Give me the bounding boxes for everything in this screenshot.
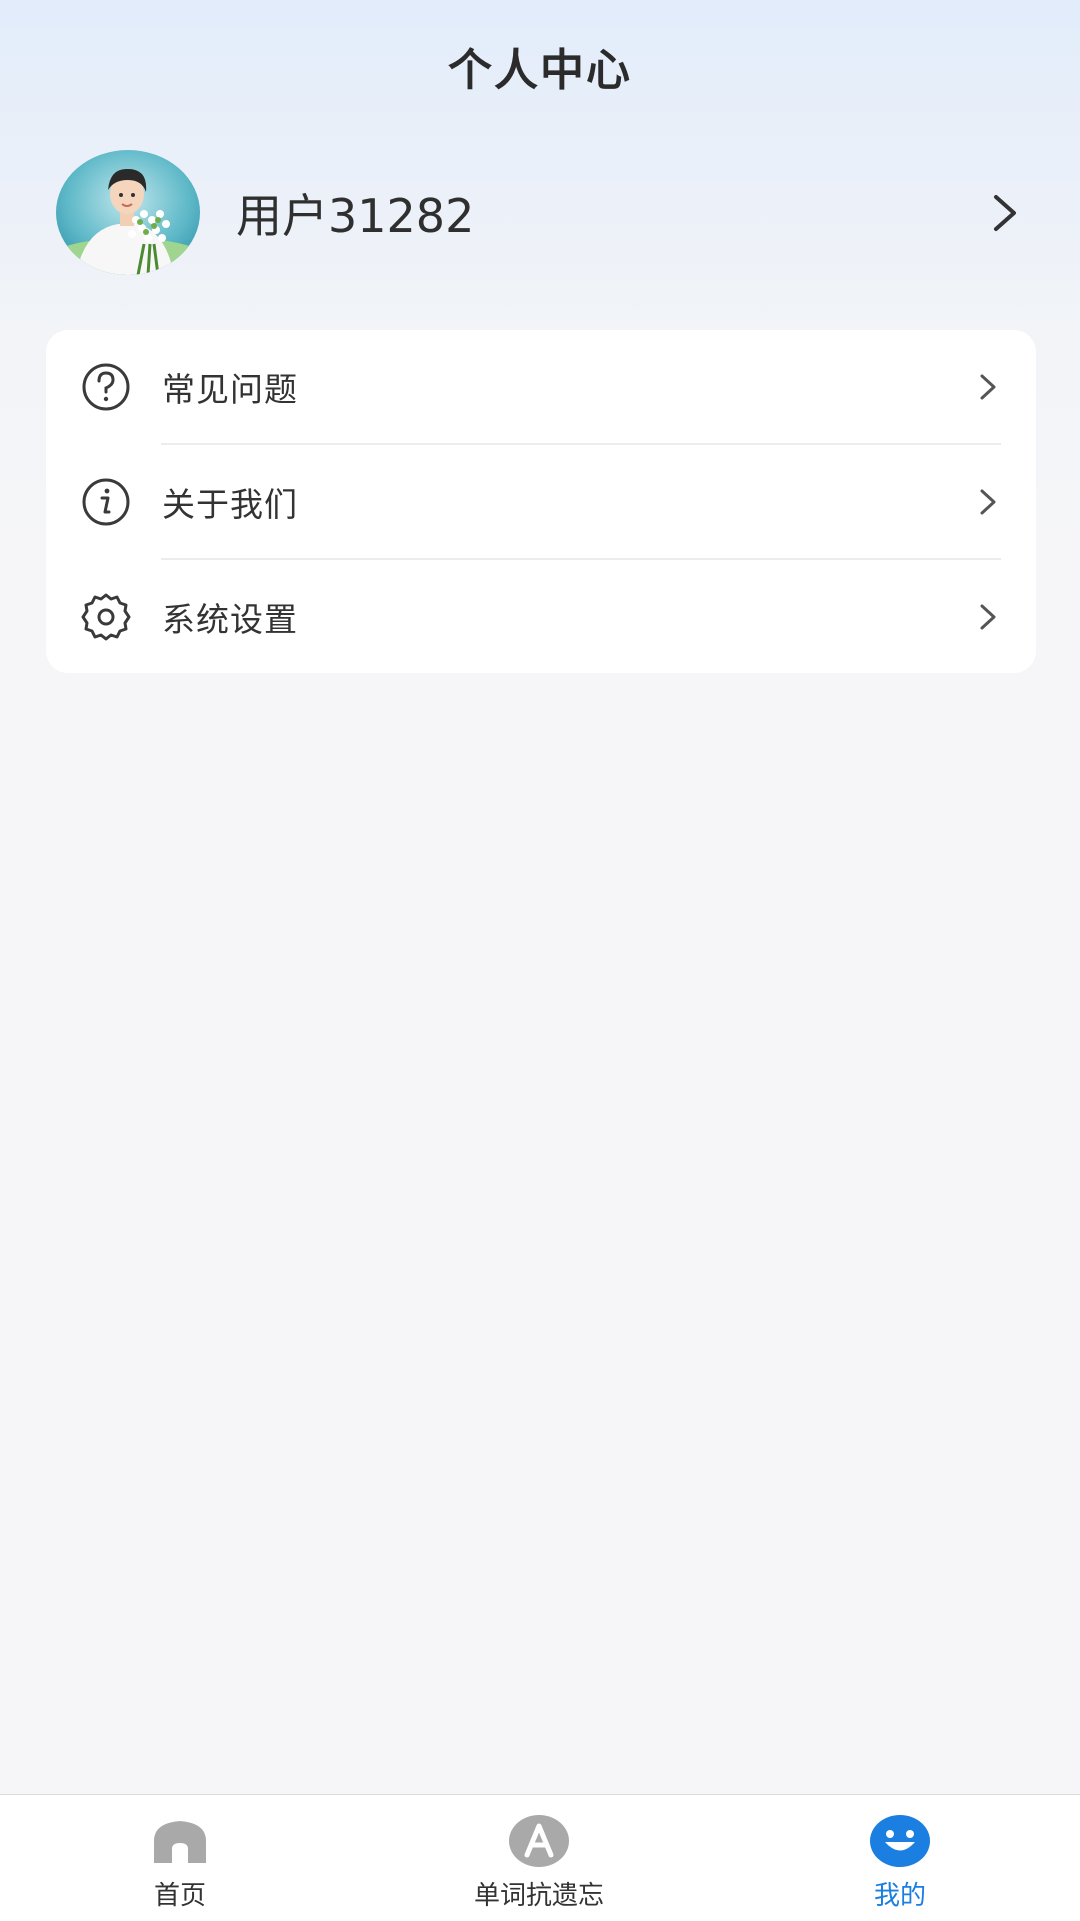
tab-label: 我的 xyxy=(873,1881,926,1911)
menu-label: 关于我们 xyxy=(162,485,298,524)
chevron-right-icon xyxy=(980,489,996,515)
menu-item-settings[interactable]: 系统设置 xyxy=(46,560,1036,674)
menu-item-about[interactable]: 关于我们 xyxy=(46,445,1036,559)
info-circle-icon xyxy=(82,478,130,526)
chevron-right-icon[interactable] xyxy=(990,193,1020,233)
home-icon xyxy=(154,1821,206,1863)
bottom-tab-bar: 首页 单词抗遗忘 我的 xyxy=(0,1794,1080,1921)
question-circle-icon xyxy=(82,363,130,411)
tab-label: 首页 xyxy=(153,1881,206,1911)
chevron-right-icon xyxy=(980,374,996,400)
menu-label: 常见问题 xyxy=(162,370,298,409)
avatar[interactable] xyxy=(56,150,200,275)
tab-mine[interactable]: 我的 xyxy=(750,1795,1050,1921)
smile-face-icon xyxy=(870,1815,930,1867)
profile-row[interactable]: 用户31282 xyxy=(56,150,1026,275)
tab-home[interactable]: 首页 xyxy=(30,1795,330,1921)
letter-a-icon xyxy=(509,1815,569,1867)
page-title: 个人中心 xyxy=(448,45,632,96)
menu-item-faq[interactable]: 常见问题 xyxy=(46,330,1036,444)
chevron-right-icon xyxy=(980,604,996,630)
username: 用户31282 xyxy=(236,188,475,243)
menu-card: 常见问题 关于我们 系统设置 xyxy=(46,330,1036,673)
tab-word-review[interactable]: 单词抗遗忘 xyxy=(389,1795,689,1921)
menu-label: 系统设置 xyxy=(162,600,298,639)
tab-label: 单词抗遗忘 xyxy=(473,1881,604,1911)
gear-icon xyxy=(81,593,131,641)
